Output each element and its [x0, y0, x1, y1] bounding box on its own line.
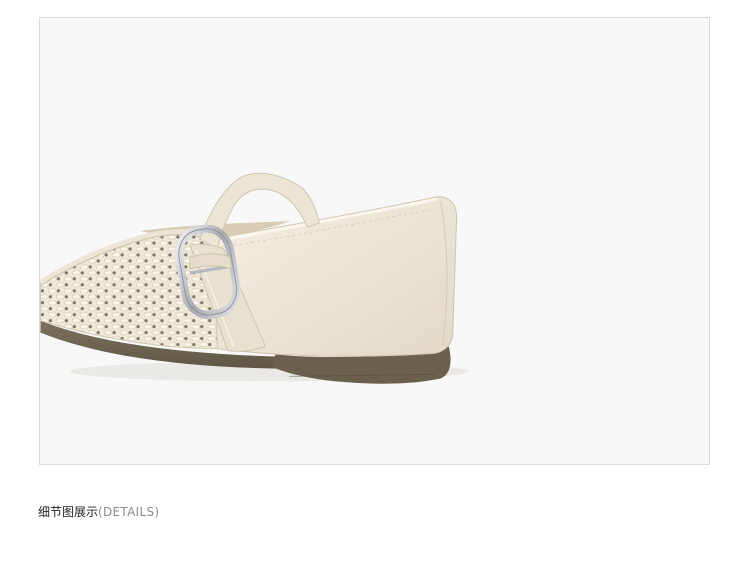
caption-chinese: 细节图展示 — [38, 505, 99, 519]
caption-english: (DETAILS) — [98, 505, 160, 519]
product-detail-photo — [39, 17, 710, 465]
detail-caption: 细节图展示(DETAILS) — [38, 504, 159, 520]
shoe-illustration — [40, 172, 469, 384]
